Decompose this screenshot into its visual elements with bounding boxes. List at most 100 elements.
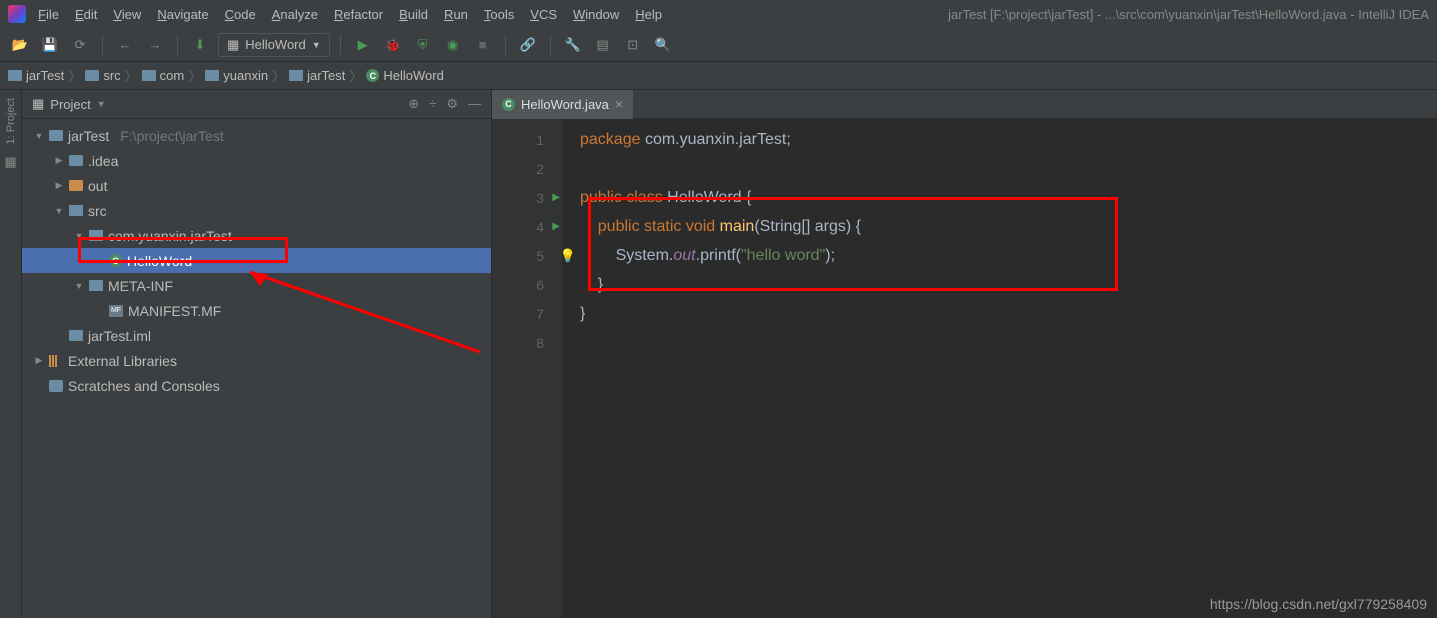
sync-icon[interactable]: ⟳ bbox=[68, 33, 92, 57]
gutter[interactable]: 123▶4▶5💡678 bbox=[492, 119, 562, 618]
gutter-line[interactable]: 5💡 bbox=[492, 241, 562, 270]
tree-item-src[interactable]: ▼ src bbox=[22, 198, 491, 223]
structure-tool-tab[interactable]: ▦ bbox=[4, 154, 16, 170]
tree-item-out[interactable]: ▶ out bbox=[22, 173, 491, 198]
save-icon[interactable]: 💾 bbox=[38, 33, 62, 57]
code-line[interactable] bbox=[580, 328, 1437, 357]
package-icon bbox=[89, 230, 103, 241]
forward-icon[interactable]: → bbox=[143, 33, 167, 57]
folder-icon bbox=[69, 180, 83, 191]
tree-arrow-icon[interactable]: ▼ bbox=[34, 131, 44, 141]
menu-edit[interactable]: Edit bbox=[75, 7, 97, 22]
search-icon[interactable]: 🔍 bbox=[651, 33, 675, 57]
hide-icon[interactable]: — bbox=[468, 96, 481, 112]
run-config-select[interactable]: ▦ HelloWord ▼ bbox=[218, 33, 330, 57]
code-line[interactable]: public class HelloWord { bbox=[580, 183, 1437, 212]
menu-refactor[interactable]: Refactor bbox=[334, 7, 383, 22]
close-icon[interactable]: × bbox=[615, 96, 623, 112]
gutter-line[interactable]: 3▶ bbox=[492, 183, 562, 212]
code-editor[interactable]: package com.yuanxin.jarTest; public class… bbox=[562, 119, 1437, 618]
open-icon[interactable]: 📂 bbox=[8, 33, 32, 57]
tree-item-helloword[interactable]: C HelloWord bbox=[22, 248, 491, 273]
run-gutter-icon[interactable]: ▶ bbox=[552, 192, 560, 203]
menu-tools[interactable]: Tools bbox=[484, 7, 514, 22]
project-tree[interactable]: ▼ jarTestF:\project\jarTest▶ .idea▶ out▼… bbox=[22, 119, 491, 618]
pkg-icon bbox=[142, 70, 156, 81]
menu-navigate[interactable]: Navigate bbox=[157, 7, 208, 22]
tree-item-scratches-and-consoles[interactable]: Scratches and Consoles bbox=[22, 373, 491, 398]
tree-arrow-icon[interactable]: ▶ bbox=[34, 355, 44, 366]
menu-code[interactable]: Code bbox=[225, 7, 256, 22]
module-icon bbox=[69, 330, 83, 341]
wrench-icon[interactable]: 🔧 bbox=[561, 33, 585, 57]
structure-icon[interactable]: ▤ bbox=[591, 33, 615, 57]
tree-item-com-yuanxin-jartest[interactable]: ▼ com.yuanxin.jarTest bbox=[22, 223, 491, 248]
code-line[interactable]: public static void main(String[] args) { bbox=[580, 212, 1437, 241]
tree-item-meta-inf[interactable]: ▼ META-INF bbox=[22, 273, 491, 298]
menu-build[interactable]: Build bbox=[399, 7, 428, 22]
panel-header: ▦ Project ▼ ⊕ ÷ ⚙ — bbox=[22, 90, 491, 119]
breadcrumb-jartest[interactable]: jarTest bbox=[8, 68, 64, 83]
tree-item--idea[interactable]: ▶ .idea bbox=[22, 148, 491, 173]
gutter-line[interactable]: 8 bbox=[492, 328, 562, 357]
code-line[interactable]: package com.yuanxin.jarTest; bbox=[580, 125, 1437, 154]
tree-item-manifest-mf[interactable]: MF MANIFEST.MF bbox=[22, 298, 491, 323]
breadcrumb-jartest[interactable]: jarTest bbox=[289, 68, 345, 83]
debug-icon[interactable]: 🐞 bbox=[381, 33, 405, 57]
attach-icon[interactable]: 🔗 bbox=[516, 33, 540, 57]
tab-label: HelloWord.java bbox=[521, 97, 609, 112]
code-line[interactable]: } bbox=[580, 270, 1437, 299]
gutter-line[interactable]: 6 bbox=[492, 270, 562, 299]
menu-run[interactable]: Run bbox=[444, 7, 468, 22]
stop-icon[interactable]: ■ bbox=[471, 33, 495, 57]
tab-helloword[interactable]: C HelloWord.java × bbox=[492, 90, 633, 119]
menu-window[interactable]: Window bbox=[573, 7, 619, 22]
menu-vcs[interactable]: VCS bbox=[530, 7, 557, 22]
menu-analyze[interactable]: Analyze bbox=[272, 7, 318, 22]
breadcrumb-yuanxin[interactable]: yuanxin bbox=[205, 68, 268, 83]
coverage-icon[interactable]: ⛨ bbox=[411, 33, 435, 57]
breadcrumb-helloword[interactable]: CHelloWord bbox=[366, 68, 443, 83]
tree-item-jartest-iml[interactable]: jarTest.iml bbox=[22, 323, 491, 348]
tree-arrow-icon[interactable]: ▼ bbox=[74, 281, 84, 291]
project-panel: ▦ Project ▼ ⊕ ÷ ⚙ — ▼ jarTestF:\project\… bbox=[22, 90, 492, 618]
gutter-line[interactable]: 1 bbox=[492, 125, 562, 154]
tree-label: com.yuanxin.jarTest bbox=[108, 228, 232, 244]
tree-item-external-libraries[interactable]: ▶ External Libraries bbox=[22, 348, 491, 373]
tree-label: Scratches and Consoles bbox=[68, 378, 220, 394]
profile-icon[interactable]: ◉ bbox=[441, 33, 465, 57]
tree-item-jartest[interactable]: ▼ jarTestF:\project\jarTest bbox=[22, 123, 491, 148]
left-tool-rail: 1: Project ▦ bbox=[0, 90, 22, 618]
target-icon[interactable]: ⊕ bbox=[408, 96, 419, 112]
tree-arrow-icon[interactable]: ▶ bbox=[54, 155, 64, 166]
class-icon: C bbox=[502, 98, 515, 111]
project-tool-tab[interactable]: 1: Project bbox=[5, 98, 17, 144]
gutter-line[interactable]: 7 bbox=[492, 299, 562, 328]
tree-arrow-icon[interactable]: ▶ bbox=[54, 180, 64, 191]
menu-file[interactable]: File bbox=[38, 7, 59, 22]
collapse-icon[interactable]: ÷ bbox=[429, 96, 436, 112]
code-line[interactable]: System.out.printf("hello word"); bbox=[580, 241, 1437, 270]
build-icon[interactable]: ⬇ bbox=[188, 33, 212, 57]
tree-arrow-icon[interactable]: ▼ bbox=[74, 231, 84, 241]
run-config-label: HelloWord bbox=[245, 37, 305, 52]
update-icon[interactable]: ⊡ bbox=[621, 33, 645, 57]
panel-title: Project bbox=[50, 97, 90, 112]
code-line[interactable] bbox=[580, 154, 1437, 183]
menu-view[interactable]: View bbox=[113, 7, 141, 22]
code-line[interactable]: } bbox=[580, 299, 1437, 328]
folder-icon bbox=[8, 70, 22, 81]
back-icon[interactable]: ← bbox=[113, 33, 137, 57]
gutter-line[interactable]: 2 bbox=[492, 154, 562, 183]
gutter-line[interactable]: 4▶ bbox=[492, 212, 562, 241]
tree-label: META-INF bbox=[108, 278, 173, 294]
tree-label: HelloWord bbox=[127, 253, 192, 269]
run-gutter-icon[interactable]: ▶ bbox=[552, 221, 560, 232]
breadcrumb-src[interactable]: src bbox=[85, 68, 120, 83]
gear-icon[interactable]: ⚙ bbox=[446, 96, 458, 112]
menu-help[interactable]: Help bbox=[635, 7, 662, 22]
chevron-down-icon[interactable]: ▼ bbox=[97, 99, 106, 109]
run-icon[interactable]: ▶ bbox=[351, 33, 375, 57]
breadcrumb-com[interactable]: com bbox=[142, 68, 185, 83]
tree-arrow-icon[interactable]: ▼ bbox=[54, 206, 64, 216]
